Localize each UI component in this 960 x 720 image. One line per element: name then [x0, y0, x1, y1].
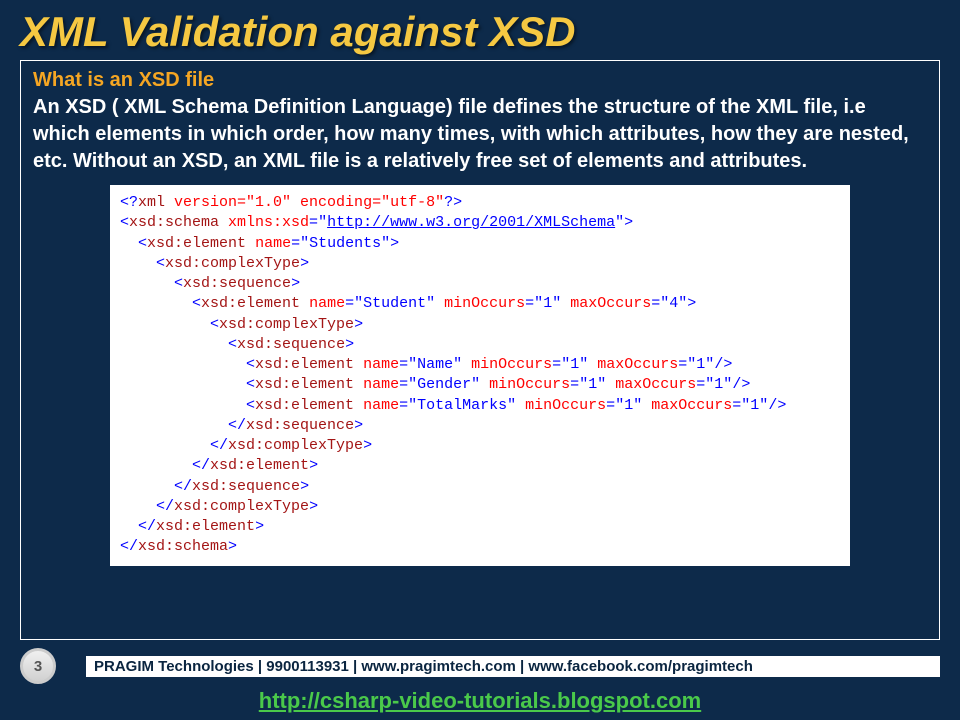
page-number: 3 [20, 648, 56, 684]
subtitle: What is an XSD file [33, 69, 927, 92]
footer-bar: 3 PRAGIM Technologies | 9900113931 | www… [0, 648, 960, 684]
bottom-link[interactable]: http://csharp-video-tutorials.blogspot.c… [259, 688, 701, 714]
content-box: What is an XSD file An XSD ( XML Schema … [20, 60, 940, 640]
footer: 3 PRAGIM Technologies | 9900113931 | www… [0, 648, 960, 714]
schema-url-link[interactable]: http://www.w3.org/2001/XMLSchema [327, 214, 615, 231]
slide-title: XML Validation against XSD [0, 0, 960, 60]
code-block: <?xml version="1.0" encoding="utf-8"?> <… [110, 185, 850, 566]
footer-text: PRAGIM Technologies | 9900113931 | www.p… [86, 656, 940, 677]
body-text: An XSD ( XML Schema Definition Language)… [33, 94, 927, 175]
